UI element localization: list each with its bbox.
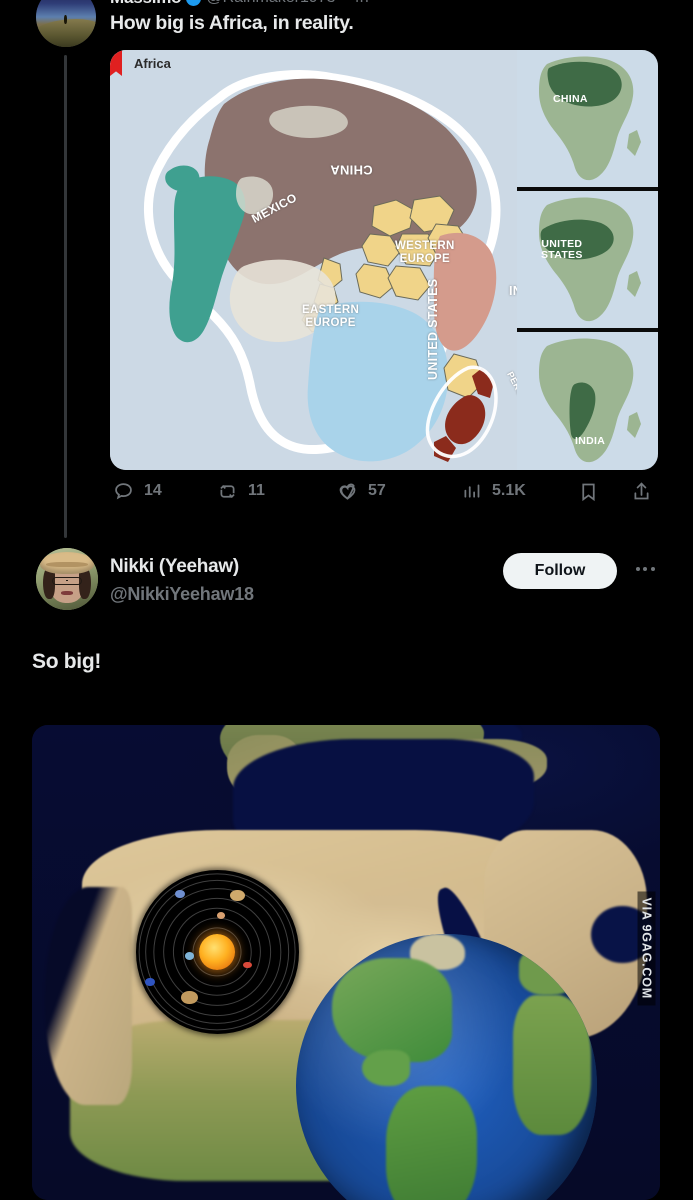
tweet-2-more-options-button[interactable] [630, 556, 660, 582]
like-count: 57 [368, 482, 386, 499]
inset-label-india: INDIA [575, 435, 606, 447]
map-main-panel: Africa CHINA MEXICO WESTERN EUROPE EASTE… [110, 50, 616, 470]
reply-button[interactable]: 14 [113, 478, 162, 504]
share-button[interactable] [631, 478, 652, 504]
map-title: Africa [134, 56, 171, 71]
massimo-avatar[interactable] [36, 0, 96, 47]
avatar-glasses [52, 576, 82, 585]
nikki-avatar[interactable] [36, 548, 98, 610]
tweet-1-author-row[interactable]: Massimo @Rainmaker1973 · 4h [110, 0, 369, 8]
africa-on-globe [512, 994, 592, 1135]
watermark-label: VIA 9GAG.COM [638, 891, 656, 1005]
bookmark-icon [582, 483, 595, 501]
red-marker-icon [110, 50, 122, 76]
planet-saturn [230, 889, 245, 901]
solar-system-overlay [135, 869, 299, 1034]
views-count: 5.1K [492, 482, 526, 499]
central-america [362, 1049, 411, 1086]
inset-us-svg [539, 197, 641, 322]
sun [199, 933, 236, 970]
west-african-coast [44, 886, 133, 1105]
europe-on-globe [518, 946, 580, 995]
tweet-2-text: So big! [32, 650, 102, 673]
avatar-lips [60, 591, 74, 596]
inset-africa-china: CHINA [517, 50, 658, 187]
tweet-1-separator: · [341, 0, 346, 7]
inset-africa-us: UNITED STATES [517, 191, 658, 328]
tweet-1-display-name: Massimo [110, 0, 182, 8]
tweet-1-map-image[interactable]: Africa CHINA MEXICO WESTERN EUROPE EASTE… [110, 50, 658, 470]
tweet-2-display-name: Nikki (Yeehaw) [110, 556, 239, 577]
planet-uranus [174, 889, 185, 898]
tweet-2-satellite-image[interactable]: VIA 9GAG.COM [32, 725, 660, 1200]
follow-button[interactable]: Follow [503, 553, 617, 589]
inset-china-svg [539, 56, 641, 181]
more-dot-2 [643, 567, 647, 571]
like-button[interactable]: 57 [337, 478, 386, 504]
heart-icon [339, 483, 356, 500]
tweet-1-handle: @Rainmaker1973 [206, 0, 335, 7]
south-america [386, 1086, 477, 1200]
more-dot-3 [650, 567, 655, 571]
tweet-2-handle: @NikkiYeehaw18 [110, 584, 254, 604]
analytics-icon [464, 484, 480, 498]
map-inset-panel: CHINA UNITED STATES INDIA [517, 50, 658, 470]
verified-badge-icon [186, 0, 202, 6]
tweet-thread-screen: Massimo @Rainmaker1973 · 4h How big is A… [0, 0, 693, 1200]
planet-jupiter [181, 991, 198, 1005]
planet-mars [243, 961, 252, 969]
retweet-count: 11 [248, 482, 265, 499]
share-icon [634, 481, 649, 499]
inset-label-united-states: UNITED STATES [541, 238, 583, 262]
tweet-1-timestamp: 4h [351, 0, 369, 7]
inset-label-china: CHINA [553, 93, 588, 105]
north-america [331, 958, 453, 1062]
retweet-icon [220, 484, 235, 498]
avatar-figure [63, 15, 67, 25]
inset-africa-india: INDIA [517, 332, 658, 470]
tweet-1-text: How big is Africa, in reality. [110, 12, 354, 34]
tweet-1-action-bar: 14 11 57 5.1K [110, 478, 660, 518]
reply-count: 14 [144, 482, 162, 499]
africa-true-size-map [144, 70, 501, 462]
views-button[interactable]: 5.1K [461, 478, 526, 504]
bookmark-button[interactable] [578, 478, 599, 504]
reply-icon [115, 482, 132, 499]
retweet-button[interactable]: 11 [217, 478, 265, 504]
inset-india-svg [539, 338, 641, 463]
avatar-hat-band [45, 561, 89, 568]
thread-connector-line [64, 55, 67, 538]
more-dot-1 [635, 567, 640, 571]
